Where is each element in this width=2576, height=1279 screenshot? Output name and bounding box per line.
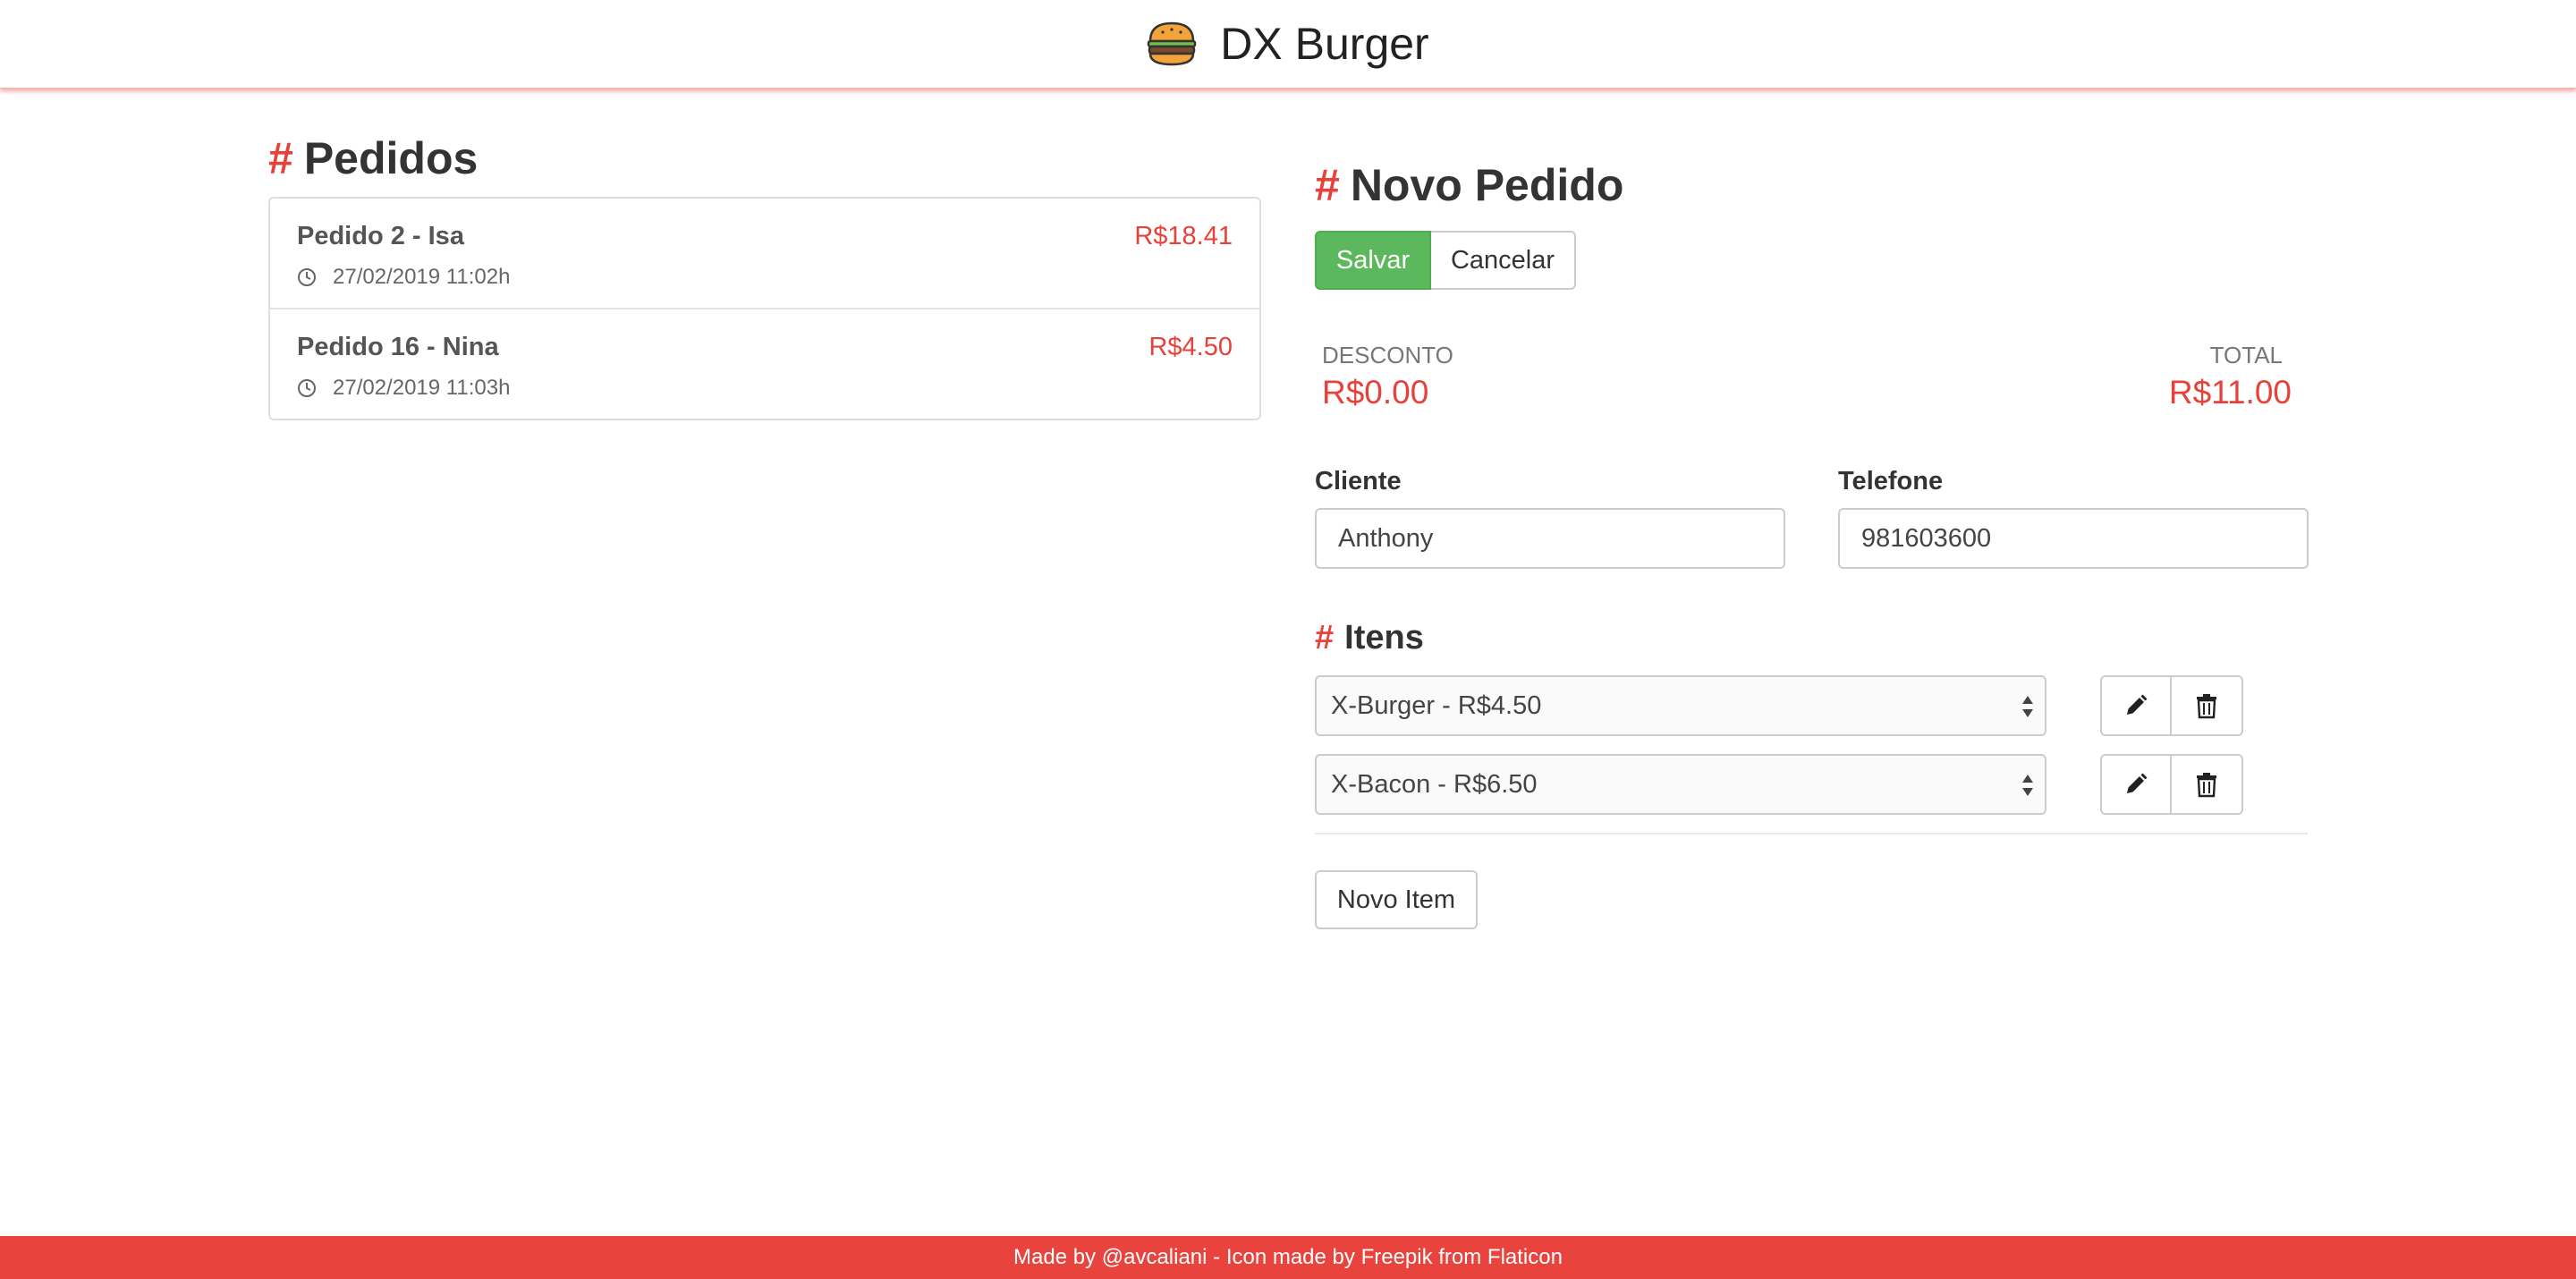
clock-icon [298, 268, 316, 286]
order-name: Pedido 2 - Isa [297, 222, 464, 250]
item-actions [2100, 675, 2243, 736]
phone-label: Telefone [1838, 467, 1944, 496]
item-select-value: X-Bacon - R$6.50 [1331, 769, 1538, 799]
order-price: R$4.50 [1148, 333, 1233, 361]
form-actions: Salvar Cancelar [1315, 231, 2308, 290]
clock-icon [298, 379, 316, 397]
item-select[interactable]: X-Burger - R$4.50 [1315, 675, 2046, 736]
item-row: X-Burger - R$4.50 [1315, 675, 2308, 736]
pencil-icon [2127, 694, 2148, 715]
brand-name: DX Burger [1220, 19, 1429, 69]
edit-item-button[interactable] [2100, 675, 2172, 736]
items-title-text: Itens [1344, 619, 1424, 656]
new-item-button[interactable]: Novo Item [1315, 870, 1478, 929]
orders-panel: # Pedidos Pedido 2 - Isa R$18.41 27/02/20… [268, 132, 1261, 420]
orders-list: Pedido 2 - Isa R$18.41 27/02/2019 11:02h… [268, 197, 1261, 420]
brand[interactable]: DX Burger [1147, 18, 1429, 70]
discount-value: R$0.00 [1322, 374, 1429, 411]
delete-item-button[interactable] [2172, 754, 2243, 815]
order-price: R$18.41 [1134, 222, 1233, 250]
cancel-button[interactable]: Cancelar [1431, 231, 1576, 290]
item-select-value: X-Burger - R$4.50 [1331, 690, 1542, 720]
phone-input[interactable] [1838, 508, 2309, 569]
top-navbar: DX Burger [0, 0, 2576, 89]
trash-icon [2197, 773, 2216, 798]
new-order-panel: # Novo Pedido Salvar Cancelar DESCONTO R$… [1315, 159, 2309, 929]
select-arrows-icon [2022, 775, 2033, 796]
item-row: X-Bacon - R$6.50 [1315, 754, 2308, 815]
order-item[interactable]: Pedido 2 - Isa R$18.41 27/02/2019 11:02h [270, 199, 1259, 309]
save-button[interactable]: Salvar [1315, 231, 1431, 290]
order-time-text: 27/02/2019 11:02h [333, 265, 511, 289]
item-select[interactable]: X-Bacon - R$6.50 [1315, 754, 2046, 815]
footer: Made by @avcaliani - Icon made by Freepi… [0, 1236, 2576, 1279]
items-list: X-Burger - R$4.50 X-Bacon - R$6.50 [1315, 675, 2308, 815]
items-title: # Itens [1315, 619, 2308, 657]
total-label: TOTAL [2209, 342, 2283, 368]
client-label: Cliente [1315, 467, 1402, 496]
total-value: R$11.00 [2168, 374, 2292, 411]
customer-fields: Cliente Telefone [1315, 467, 2309, 583]
hash-mark: # [268, 133, 293, 183]
order-time-text: 27/02/2019 11:03h [333, 376, 511, 400]
edit-item-button[interactable] [2100, 754, 2172, 815]
pencil-icon [2127, 773, 2148, 793]
hash-mark: # [1315, 160, 1340, 210]
delete-item-button[interactable] [2172, 675, 2243, 736]
orders-title: # Pedidos [268, 132, 1261, 184]
new-order-title-text: Novo Pedido [1350, 160, 1624, 210]
order-time: 27/02/2019 11:02h [297, 265, 510, 290]
order-time: 27/02/2019 11:03h [297, 376, 510, 401]
hash-mark: # [1315, 619, 1335, 656]
order-name: Pedido 16 - Nina [297, 333, 499, 361]
burger-icon [1148, 21, 1197, 66]
trash-icon [2197, 694, 2216, 719]
discount-label: DESCONTO [1322, 342, 1453, 368]
order-item[interactable]: Pedido 16 - Nina R$4.50 27/02/2019 11:03… [270, 309, 1259, 419]
orders-title-text: Pedidos [303, 133, 479, 183]
new-order-title: # Novo Pedido [1315, 159, 2308, 211]
footer-text: Made by @avcaliani - Icon made by Freepi… [1013, 1245, 1563, 1269]
order-totals: DESCONTO R$0.00 TOTAL R$11.00 [1315, 342, 2308, 431]
client-input[interactable] [1315, 508, 1785, 569]
select-arrows-icon [2022, 696, 2033, 717]
item-actions [2100, 754, 2243, 815]
divider [1315, 833, 2308, 834]
